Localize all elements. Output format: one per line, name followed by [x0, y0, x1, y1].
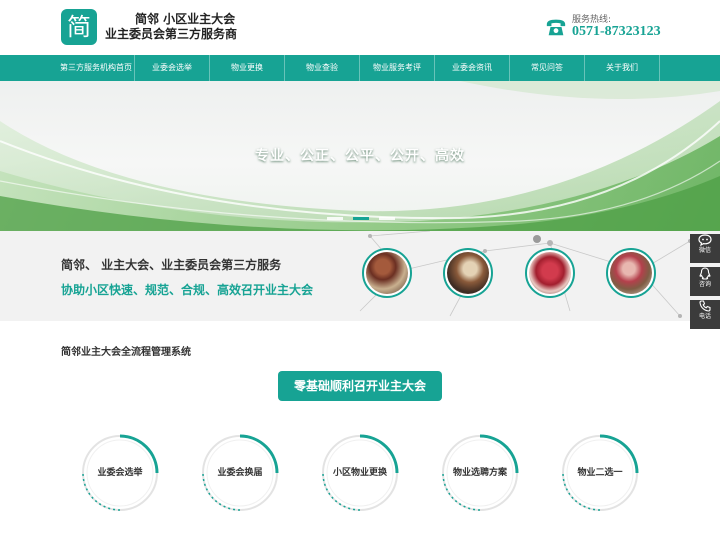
intro-subline: 协助小区快速、规范、合规、高效召开业主大会	[61, 283, 314, 297]
sidebar-item-phone[interactable]: 电话	[690, 300, 720, 329]
cta-button[interactable]: 零基础顺利召开业主大会	[278, 371, 442, 401]
service-label: 物业选聘方案	[452, 468, 507, 478]
meeting-photo-1	[362, 248, 412, 298]
sidebar-item-consult[interactable]: 咨询	[690, 267, 720, 296]
side-toolbar: 微信 咨询 电话	[690, 230, 720, 331]
service-circle-property-choice[interactable]: 物业二选一	[560, 433, 640, 513]
meeting-photo-4	[606, 248, 656, 298]
carousel-dot[interactable]	[327, 217, 343, 220]
intro-headline: 简邻、 业主大会、业主委员会第三方服务	[61, 258, 282, 272]
nav-list: 第三方服务机构首页 业委会选举 物业更换 物业查验 物业服务考评 业委会资讯 常…	[60, 55, 660, 81]
logo-icon[interactable]: 简	[61, 9, 97, 45]
meeting-photo-3	[525, 248, 575, 298]
carousel-dot[interactable]	[379, 217, 395, 220]
service-circle-committee-renewal[interactable]: 业委会换届	[200, 433, 280, 513]
sidebar-label-phone: 电话	[698, 313, 711, 320]
service-label: 小区物业更换	[332, 468, 387, 478]
carousel-dots	[327, 217, 395, 220]
hotline-number[interactable]: 0571-87323123	[572, 24, 661, 40]
qq-penguin-icon	[699, 267, 711, 280]
service-label: 物业二选一	[577, 468, 623, 478]
phone-icon	[699, 300, 711, 312]
telephone-icon	[546, 19, 566, 36]
logo-title-line1: 简邻 小区业主大会	[135, 12, 236, 26]
nav-item-service-evaluation[interactable]: 物业服务考评	[360, 55, 435, 81]
site-header: 简 简邻 小区业主大会 业主委员会第三方服务商 服务热线: 0571-87323…	[0, 0, 720, 55]
nav-item-about[interactable]: 关于我们	[585, 55, 660, 81]
chat-bubble-icon	[698, 234, 712, 246]
nav-item-home[interactable]: 第三方服务机构首页	[60, 55, 135, 81]
main-nav: 第三方服务机构首页 业委会选举 物业更换 物业查验 物业服务考评 业委会资讯 常…	[0, 55, 720, 81]
meeting-photo-2	[443, 248, 493, 298]
logo-title[interactable]: 简邻 小区业主大会 业主委员会第三方服务商	[105, 12, 237, 42]
service-label: 业委会换届	[217, 468, 263, 478]
sidebar-item-wechat[interactable]: 微信	[690, 234, 720, 263]
carousel-dot-active[interactable]	[353, 217, 369, 220]
service-label: 业委会选举	[97, 468, 143, 478]
nav-item-property-inspection[interactable]: 物业查验	[285, 55, 360, 81]
nav-item-committee-election[interactable]: 业委会选举	[135, 55, 210, 81]
nav-item-faq[interactable]: 常见问答	[510, 55, 585, 81]
system-section-title: 简邻业主大会全流程管理系统	[61, 347, 191, 358]
hero-banner[interactable]: 专业、公正、公平、公开、高效	[0, 81, 720, 231]
service-circle-property-replace[interactable]: 小区物业更换	[320, 433, 400, 513]
service-circle-committee-election[interactable]: 业委会选举	[80, 433, 160, 513]
sidebar-label-consult: 咨询	[698, 281, 711, 288]
nav-item-property-replace[interactable]: 物业更换	[210, 55, 285, 81]
sidebar-label-wechat: 微信	[698, 247, 711, 254]
nav-item-news[interactable]: 业委会资讯	[435, 55, 510, 81]
logo-glyph: 简	[67, 13, 91, 41]
service-circle-property-selection[interactable]: 物业选聘方案	[440, 433, 520, 513]
banner-slogan: 专业、公正、公平、公开、高效	[255, 148, 465, 164]
intro-section: 简邻、 业主大会、业主委员会第三方服务 协助小区快速、规范、合规、高效召开业主大…	[0, 231, 720, 321]
logo-title-line2: 业主委员会第三方服务商	[105, 27, 238, 41]
